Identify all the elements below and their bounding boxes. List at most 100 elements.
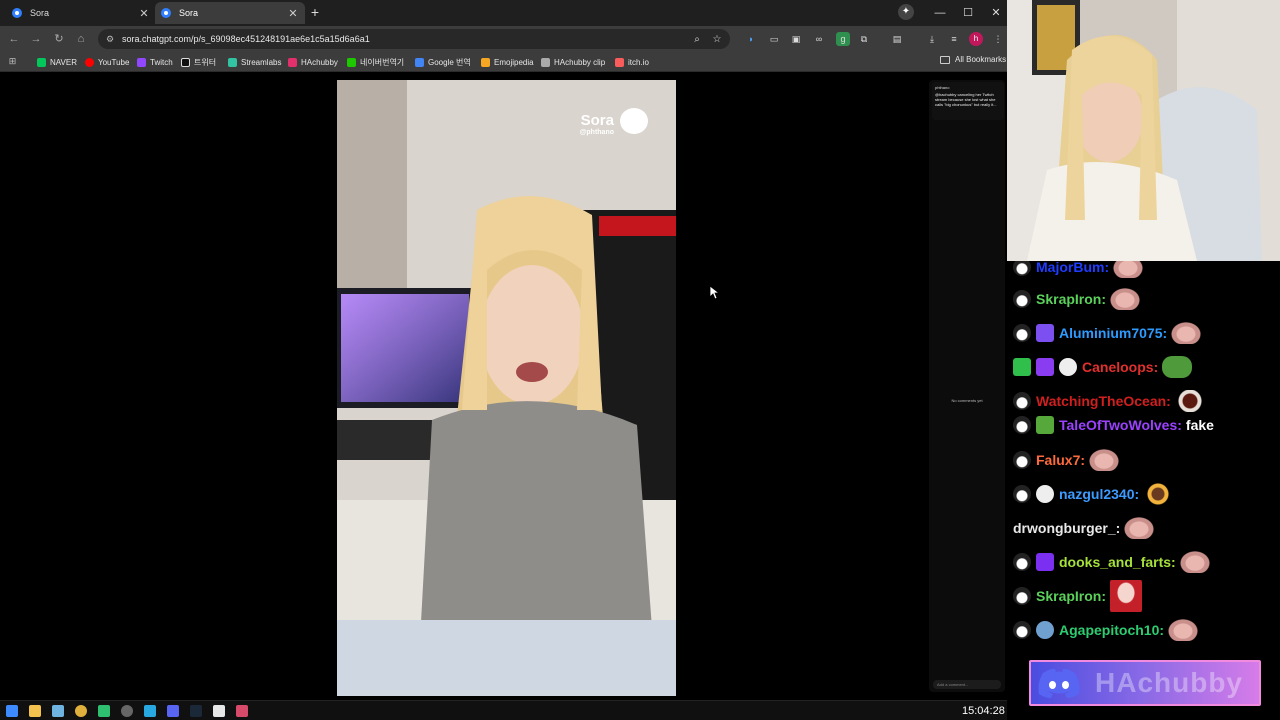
media-controls-icon[interactable]: ≡ xyxy=(947,32,961,46)
url-text[interactable]: sora.chatgpt.com/p/s_69098ec451248191ae6… xyxy=(122,34,690,44)
bookmark-twitter[interactable]: 트위터 xyxy=(181,55,216,69)
profile-avatar[interactable]: h xyxy=(969,32,983,46)
taskbar-green-app-icon[interactable] xyxy=(98,705,110,717)
home-icon[interactable]: ⌂ xyxy=(73,31,89,47)
chat-message: TaleOfTwoWolves: fake xyxy=(1013,413,1214,437)
maximize-button[interactable]: ☐ xyxy=(958,4,978,22)
download-icon[interactable]: ⤓ xyxy=(925,32,939,46)
panda-badge-icon xyxy=(1013,451,1031,469)
extension-green-icon[interactable]: g xyxy=(836,32,850,46)
chat-message: MajorBum: xyxy=(1013,261,1144,279)
bookmark-label: NAVER xyxy=(50,57,77,67)
close-tab-icon[interactable]: ✕ xyxy=(138,7,150,20)
minimize-button[interactable]: — xyxy=(930,4,950,22)
extension-screen-icon[interactable]: ▣ xyxy=(789,32,803,46)
taskbar-white-app-icon[interactable] xyxy=(213,705,225,717)
bookmark-google-translate[interactable]: Google 번역 xyxy=(415,55,471,69)
comment-input[interactable]: Add a comment... xyxy=(933,680,1001,689)
discord-logo-icon xyxy=(1035,666,1083,700)
discord-banner: HAchubby xyxy=(1029,660,1261,706)
face-emote-icon xyxy=(1179,551,1210,573)
file-explorer-icon[interactable] xyxy=(29,705,41,717)
chat-message: Aluminium7075: xyxy=(1013,321,1202,345)
first-badge-icon xyxy=(1036,358,1054,376)
bookmark-hachubby[interactable]: HAchubby xyxy=(288,55,338,69)
address-bar[interactable]: ⚙ sora.chatgpt.com/p/s_69098ec451248191a… xyxy=(98,29,730,49)
bookmark-twitch[interactable]: Twitch xyxy=(137,55,173,69)
all-bookmarks-label: All Bookmarks xyxy=(955,55,1007,64)
extension-glasses-icon[interactable]: ∞ xyxy=(812,32,826,46)
sora-favicon-icon xyxy=(161,8,171,18)
new-tab-button[interactable]: + xyxy=(306,3,324,21)
bloody-face-emote-icon xyxy=(1110,580,1143,612)
chat-message: SkrapIron: xyxy=(1013,580,1143,612)
zoom-icon[interactable]: ⌕ xyxy=(690,34,704,45)
extension-audio-icon[interactable]: ◗ xyxy=(744,32,758,46)
panda-badge-icon xyxy=(1013,324,1031,342)
all-bookmarks-button[interactable]: All Bookmarks xyxy=(940,55,1006,64)
pepe-emote-icon xyxy=(1162,356,1193,378)
panda-badge-icon xyxy=(1013,261,1031,276)
site-info-icon[interactable]: ⚙ xyxy=(106,34,116,44)
skull-badge-icon xyxy=(1059,358,1077,376)
bookmark-star-icon[interactable]: ☆ xyxy=(710,34,724,45)
close-tab-icon[interactable]: ✕ xyxy=(287,7,299,20)
taskbar-clock[interactable]: 15:04:28 xyxy=(962,705,1005,717)
apps-grid-icon[interactable]: ⊞ xyxy=(7,56,18,67)
chat-username: MajorBum: xyxy=(1036,261,1110,275)
edge-icon[interactable] xyxy=(144,705,156,717)
side-panel-icon[interactable]: ▤ xyxy=(890,32,904,46)
mouth-emote-icon xyxy=(1174,390,1205,412)
extension-cast-icon[interactable]: ▭ xyxy=(767,32,781,46)
bookmark-streamlabs[interactable]: Streamlabs xyxy=(228,55,281,69)
chat-message: Agapepitoch10: xyxy=(1013,618,1199,642)
start-icon[interactable] xyxy=(6,705,18,717)
bookmark-label: Google 번역 xyxy=(428,57,471,67)
sora-video-player[interactable]: Sora @phthano xyxy=(337,80,676,696)
obs-icon[interactable] xyxy=(121,705,133,717)
browser-toolbar: ← → ↻ ⌂ ⚙ sora.chatgpt.com/p/s_69098ec45… xyxy=(0,26,1007,52)
panda-badge-icon xyxy=(1013,392,1031,410)
itchio-icon xyxy=(615,57,624,67)
bookmark-emojipedia[interactable]: Emojipedia xyxy=(481,55,534,69)
taskbar-app-icon[interactable] xyxy=(52,705,64,717)
discord-icon[interactable] xyxy=(167,705,179,717)
instagram-icon xyxy=(288,57,297,67)
sword-badge-icon xyxy=(1013,358,1031,376)
close-window-button[interactable]: ✕ xyxy=(986,4,1006,22)
chat-username: nazgul2340: xyxy=(1059,486,1140,502)
extensions-puzzle-icon[interactable]: ⧉ xyxy=(857,32,871,46)
chrome-icon[interactable] xyxy=(72,702,90,720)
chat-username: SkrapIron: xyxy=(1036,588,1107,604)
post-author[interactable]: phthano xyxy=(935,85,1001,90)
naver-translate-icon xyxy=(347,57,356,67)
face-emote-icon xyxy=(1113,261,1144,278)
tab-sora-1[interactable]: Sora ✕ xyxy=(6,2,156,24)
bookmark-hachubby-clip[interactable]: HAchubby clip xyxy=(541,55,605,69)
bookmark-naver[interactable]: NAVER xyxy=(37,55,77,69)
gemini-sparkle-icon[interactable]: ✦ xyxy=(898,4,914,20)
back-icon[interactable]: ← xyxy=(6,31,22,47)
bookmark-naver-translate[interactable]: 네이버번역기 xyxy=(347,55,404,69)
post-header: phthano @hachubby canceling her Twitch s… xyxy=(932,82,1004,120)
x-twitter-icon xyxy=(181,57,190,67)
bookmark-label: Twitch xyxy=(150,57,173,67)
steam-icon[interactable] xyxy=(190,705,202,717)
bookmark-label: Streamlabs xyxy=(241,57,282,67)
bookmarks-bar: NAVER YouTube Twitch 트위터 Streamlabs HAch… xyxy=(0,52,1007,72)
bookmark-itchio[interactable]: itch.io xyxy=(615,55,649,69)
reload-icon[interactable]: ↻ xyxy=(51,31,67,47)
chat-username: SkrapIron: xyxy=(1036,291,1107,307)
taskbar-red-app-icon[interactable] xyxy=(236,705,248,717)
discord-label: HAchubby xyxy=(1095,667,1243,698)
tab-sora-2[interactable]: Sora ✕ xyxy=(155,2,305,24)
panda-badge-icon xyxy=(1013,485,1031,503)
bookmark-label: HAchubby xyxy=(301,57,338,67)
naver-icon xyxy=(37,57,46,67)
chat-username: dooks_and_farts: xyxy=(1059,554,1176,570)
sora-logo-icon xyxy=(620,108,648,134)
bookmark-youtube[interactable]: YouTube xyxy=(85,55,129,69)
sub-badge-icon xyxy=(1036,324,1054,342)
forward-icon[interactable]: → xyxy=(28,31,44,47)
menu-kebab-icon[interactable]: ⋮ xyxy=(991,32,1005,46)
